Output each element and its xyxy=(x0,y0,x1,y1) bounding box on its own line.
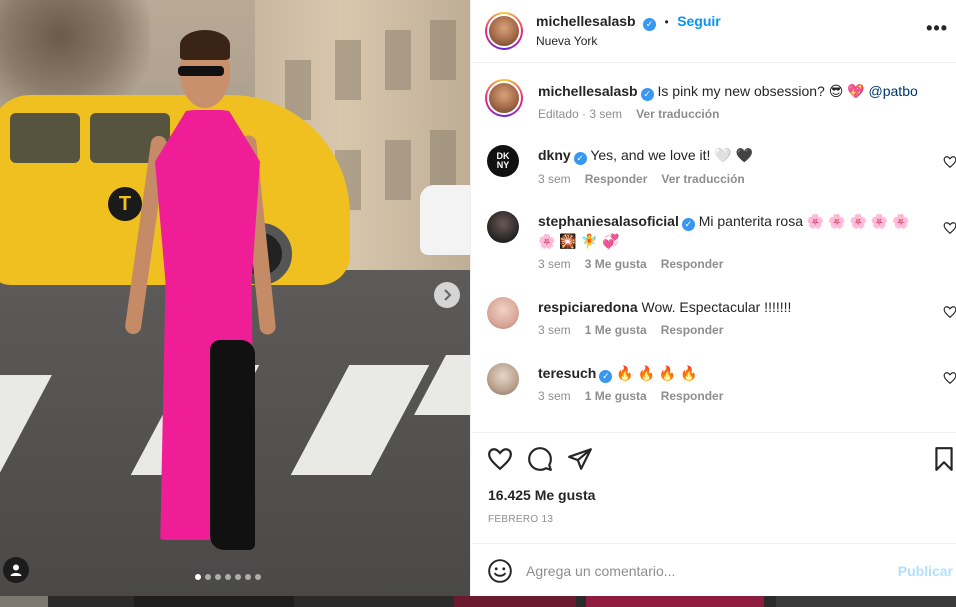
comment-item: teresuch ✓ 🔥 🔥 🔥 🔥 3 sem 1 Me gusta Respo… xyxy=(471,361,956,411)
author-avatar[interactable] xyxy=(485,12,523,50)
verified-badge-icon: ✓ xyxy=(643,18,657,31)
like-comment-heart-icon[interactable] xyxy=(943,155,956,169)
post-photo[interactable]: T xyxy=(0,0,470,596)
follow-button[interactable]: Seguir xyxy=(677,13,721,29)
post-date: FEBRERO 13 xyxy=(488,514,554,525)
comment-meta: 3 sem 1 Me gusta Responder xyxy=(538,389,723,403)
verified-badge-icon: ✓ xyxy=(599,370,613,383)
author-username[interactable]: michellesalasb xyxy=(536,13,636,29)
model-figure xyxy=(120,30,295,560)
comment-item: respiciaredona Wow. Espectacular !!!!!!!… xyxy=(471,295,956,345)
user-tag-icon xyxy=(10,564,22,576)
comment-likes[interactable]: 1 Me gusta xyxy=(585,389,647,403)
comment-likes[interactable]: 1 Me gusta xyxy=(585,323,647,337)
commenter-avatar[interactable]: DK NY xyxy=(487,145,519,177)
carousel-dot xyxy=(235,574,241,580)
verified-badge-icon: ✓ xyxy=(573,152,587,165)
caption-mention[interactable]: @patbo xyxy=(869,83,918,99)
tagged-users-button[interactable] xyxy=(3,557,29,583)
commenter-avatar[interactable] xyxy=(487,363,519,395)
caption-text: Is pink my new obsession? 😎 💖 xyxy=(657,83,865,99)
commenter-username[interactable]: teresuch xyxy=(538,365,596,381)
caption-meta: Editado · 3 sem Ver traducción xyxy=(538,107,720,121)
carousel-dots xyxy=(195,574,261,580)
action-bar xyxy=(471,440,956,480)
comment-meta: 3 sem 1 Me gusta Responder xyxy=(538,323,723,337)
caption-time: 3 sem xyxy=(589,107,623,121)
black-boot xyxy=(210,340,255,550)
comment-text: Yes, and we love it! 🤍 🖤 xyxy=(590,147,754,163)
verified-badge-icon: ✓ xyxy=(681,218,695,231)
post-detail-panel: michellesalasb ✓ • Seguir Nueva York •••… xyxy=(470,0,956,596)
separator: • xyxy=(664,15,669,29)
white-car xyxy=(420,185,470,255)
commenter-avatar[interactable] xyxy=(487,297,519,329)
carousel-dot xyxy=(205,574,211,580)
bookmark-icon[interactable] xyxy=(931,446,956,472)
comment-composer: Publicar xyxy=(471,543,956,596)
likes-count[interactable]: 16.425 Me gusta xyxy=(488,487,595,503)
see-translation-link[interactable]: Ver traducción xyxy=(636,107,719,121)
carousel-dot xyxy=(225,574,231,580)
next-photo-button[interactable] xyxy=(434,282,460,308)
comment-meta: 3 sem Responder Ver traducción xyxy=(538,172,745,186)
post-header: michellesalasb ✓ • Seguir Nueva York ••• xyxy=(471,0,956,63)
smiley-icon[interactable] xyxy=(487,558,513,584)
comment-item: DK NY dkny ✓ Yes, and we love it! 🤍 🖤 3 se… xyxy=(471,143,956,193)
heart-icon[interactable] xyxy=(487,446,513,472)
carousel-dot xyxy=(195,574,201,580)
like-comment-heart-icon[interactable] xyxy=(943,305,956,319)
reply-button[interactable]: Responder xyxy=(661,389,724,403)
chevron-right-icon xyxy=(444,289,452,301)
verified-badge-icon: ✓ xyxy=(640,88,654,101)
like-comment-heart-icon[interactable] xyxy=(943,221,956,235)
carousel-dot xyxy=(255,574,261,580)
author-avatar[interactable] xyxy=(485,79,523,117)
comment-time: 3 sem xyxy=(538,172,571,186)
sunglasses xyxy=(178,66,224,76)
carousel-dot xyxy=(245,574,251,580)
comment-likes[interactable]: 3 Me gusta xyxy=(585,257,647,271)
commenter-username[interactable]: respiciaredona xyxy=(538,299,638,315)
caption: michellesalasb ✓ Is pink my new obsession… xyxy=(471,79,956,129)
comment-input[interactable] xyxy=(526,558,886,584)
comment-item: stephaniesalasoficial ✓ Mi panterita rosa… xyxy=(471,209,956,275)
publish-button[interactable]: Publicar xyxy=(898,563,953,579)
reply-button[interactable]: Responder xyxy=(585,172,648,186)
commenter-username[interactable]: dkny xyxy=(538,147,571,163)
caption-username[interactable]: michellesalasb xyxy=(538,83,638,99)
comments-list: michellesalasb ✓ Is pink my new obsession… xyxy=(471,63,956,433)
comment-meta: 3 sem 3 Me gusta Responder xyxy=(538,257,723,271)
comment-time: 3 sem xyxy=(538,389,571,403)
reply-button[interactable]: Responder xyxy=(661,323,724,337)
more-options-button[interactable]: ••• xyxy=(926,18,948,39)
paper-plane-icon[interactable] xyxy=(567,446,593,472)
comment-time: 3 sem xyxy=(538,257,571,271)
post-location[interactable]: Nueva York xyxy=(536,34,597,48)
edited-label: Editado xyxy=(538,107,579,121)
commenter-username[interactable]: stephaniesalasoficial xyxy=(538,213,679,229)
comment-text: 🔥 🔥 🔥 🔥 xyxy=(616,365,698,381)
comment-bubble-icon[interactable] xyxy=(527,446,553,472)
comment-time: 3 sem xyxy=(538,323,571,337)
reply-button[interactable]: Responder xyxy=(661,257,724,271)
like-comment-heart-icon[interactable] xyxy=(943,371,956,385)
see-translation-link[interactable]: Ver traducción xyxy=(661,172,744,186)
feed-thumbnails-strip xyxy=(0,596,956,607)
commenter-avatar[interactable] xyxy=(487,211,519,243)
comment-text: Wow. Espectacular !!!!!!! xyxy=(641,299,792,315)
carousel-dot xyxy=(215,574,221,580)
